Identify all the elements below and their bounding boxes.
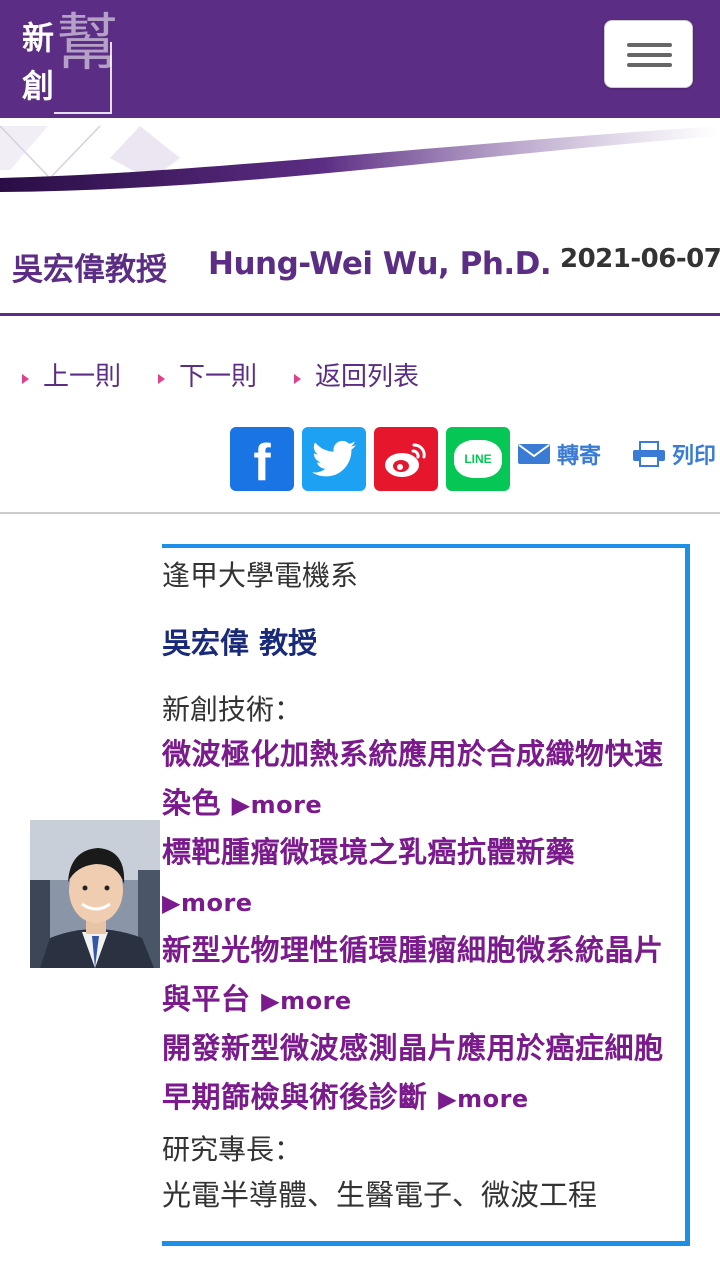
more-link[interactable]: ▶more bbox=[162, 889, 253, 917]
prev-link[interactable]: 上一則 bbox=[22, 356, 121, 393]
hamburger-menu-button[interactable] bbox=[604, 20, 693, 88]
twitter-icon bbox=[312, 440, 356, 477]
share-twitter-button[interactable] bbox=[302, 427, 366, 491]
more-link[interactable]: ▶more bbox=[232, 791, 323, 819]
print-button[interactable]: 列印 bbox=[632, 438, 716, 470]
more-link[interactable]: ▶more bbox=[261, 987, 352, 1015]
tech-title[interactable]: 新型光物理性循環腫瘤細胞微系統晶片與平台 bbox=[162, 933, 664, 1016]
section-divider bbox=[0, 512, 720, 514]
arrow-right-icon bbox=[158, 373, 165, 384]
expertise-text: 光電半導體、生醫電子、微波工程 bbox=[162, 1178, 598, 1212]
prev-link-label: 上一則 bbox=[43, 362, 122, 392]
professor-name: 吳宏偉 教授 bbox=[162, 626, 318, 660]
arrow-right-icon bbox=[22, 373, 29, 384]
department: 逢甲大學電機系 bbox=[162, 559, 359, 592]
weibo-icon bbox=[385, 443, 426, 477]
professor-photo bbox=[30, 820, 160, 968]
article-header: 吳宏偉教授 Hung-Wei Wu, Ph.D. 2021-06-07 bbox=[0, 238, 720, 298]
profile-card: 逢甲大學電機系 吳宏偉 教授 新創技術： 微波極化加熱系統應用於合成織物快速染色… bbox=[162, 544, 690, 1246]
next-link-label: 下一則 bbox=[179, 362, 258, 392]
facebook-icon: f bbox=[253, 434, 271, 492]
decorative-banner bbox=[0, 118, 720, 192]
page-title-en: Hung-Wei Wu, Ph.D. bbox=[208, 246, 552, 282]
portrait-image bbox=[30, 820, 160, 968]
banner-graphic bbox=[0, 118, 720, 192]
page-title-zh: 吳宏偉教授 bbox=[12, 252, 167, 288]
back-to-list-label: 返回列表 bbox=[315, 362, 420, 392]
tech-label: 新創技術： bbox=[162, 693, 303, 726]
tech-item[interactable]: 新型光物理性循環腫瘤細胞微系統晶片與平台 ▶more bbox=[162, 926, 682, 1026]
line-icon: LINE bbox=[454, 440, 502, 478]
share-line-button[interactable]: LINE bbox=[446, 427, 510, 491]
menu-bar-icon bbox=[627, 53, 672, 57]
line-icon-label: LINE bbox=[464, 452, 492, 466]
expertise-label: 研究專長： bbox=[162, 1133, 303, 1166]
logo-char-chuang: 創 bbox=[22, 67, 55, 105]
forward-label: 轉寄 bbox=[557, 444, 602, 469]
tech-item[interactable]: 微波極化加熱系統應用於合成織物快速染色 ▶more bbox=[162, 730, 682, 830]
tech-item[interactable]: 開發新型微波感測晶片應用於癌症細胞早期篩檢與術後診斷 ▶more bbox=[162, 1024, 682, 1124]
tech-title[interactable]: 開發新型微波感測晶片應用於癌症細胞早期篩檢與術後診斷 bbox=[162, 1031, 664, 1114]
site-logo[interactable]: 幫 新 創 bbox=[14, 10, 118, 116]
print-label: 列印 bbox=[672, 444, 717, 469]
more-link[interactable]: ▶more bbox=[438, 1085, 529, 1113]
arrow-right-icon bbox=[294, 373, 301, 384]
mail-icon bbox=[518, 444, 550, 464]
top-bar: 幫 新 創 bbox=[0, 0, 720, 118]
next-link[interactable]: 下一則 bbox=[158, 356, 257, 393]
title-divider bbox=[0, 313, 720, 316]
menu-bar-icon bbox=[627, 43, 672, 47]
article-nav: 上一則 下一則 返回列表 bbox=[0, 356, 720, 396]
publish-date: 2021-06-07 bbox=[560, 244, 720, 274]
logo-char-xin: 新 bbox=[22, 19, 55, 57]
logo-frame bbox=[54, 42, 112, 114]
share-facebook-button[interactable]: f bbox=[230, 427, 294, 491]
share-weibo-button[interactable] bbox=[374, 427, 438, 491]
forward-button[interactable]: 轉寄 bbox=[517, 438, 601, 470]
back-to-list-link[interactable]: 返回列表 bbox=[294, 356, 419, 393]
tech-item[interactable]: 標靶腫瘤微環境之乳癌抗體新藥 ▶more bbox=[162, 828, 682, 928]
tech-title[interactable]: 標靶腫瘤微環境之乳癌抗體新藥 bbox=[162, 835, 575, 869]
printer-icon bbox=[633, 441, 665, 467]
menu-bar-icon bbox=[627, 63, 672, 67]
